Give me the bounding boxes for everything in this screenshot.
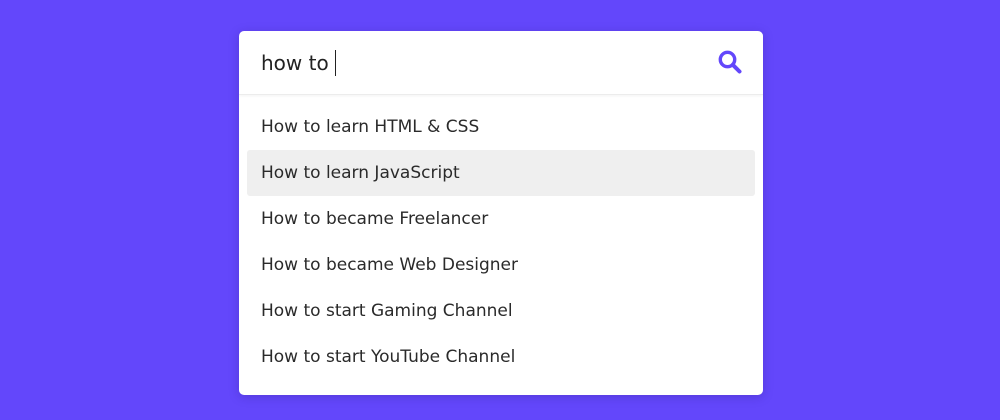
suggestion-item[interactable]: How to start YouTube Channel xyxy=(247,334,755,380)
search-input[interactable]: how to xyxy=(261,31,681,95)
search-button[interactable] xyxy=(717,49,743,75)
search-input-row: how to xyxy=(239,31,763,95)
search-input-value: how to xyxy=(261,51,329,75)
suggestion-item[interactable]: How to became Freelancer xyxy=(247,196,755,242)
search-autocomplete-box: how to How to learn HTML & CSS How to le… xyxy=(239,31,763,395)
suggestion-item[interactable]: How to start Gaming Channel xyxy=(247,288,755,334)
search-icon xyxy=(718,50,742,74)
suggestion-list: How to learn HTML & CSS How to learn Jav… xyxy=(239,95,763,380)
suggestion-item[interactable]: How to became Web Designer xyxy=(247,242,755,288)
suggestion-item-highlighted[interactable]: How to learn JavaScript xyxy=(247,150,755,196)
text-caret xyxy=(334,50,336,76)
suggestion-item[interactable]: How to learn HTML & CSS xyxy=(247,104,755,150)
